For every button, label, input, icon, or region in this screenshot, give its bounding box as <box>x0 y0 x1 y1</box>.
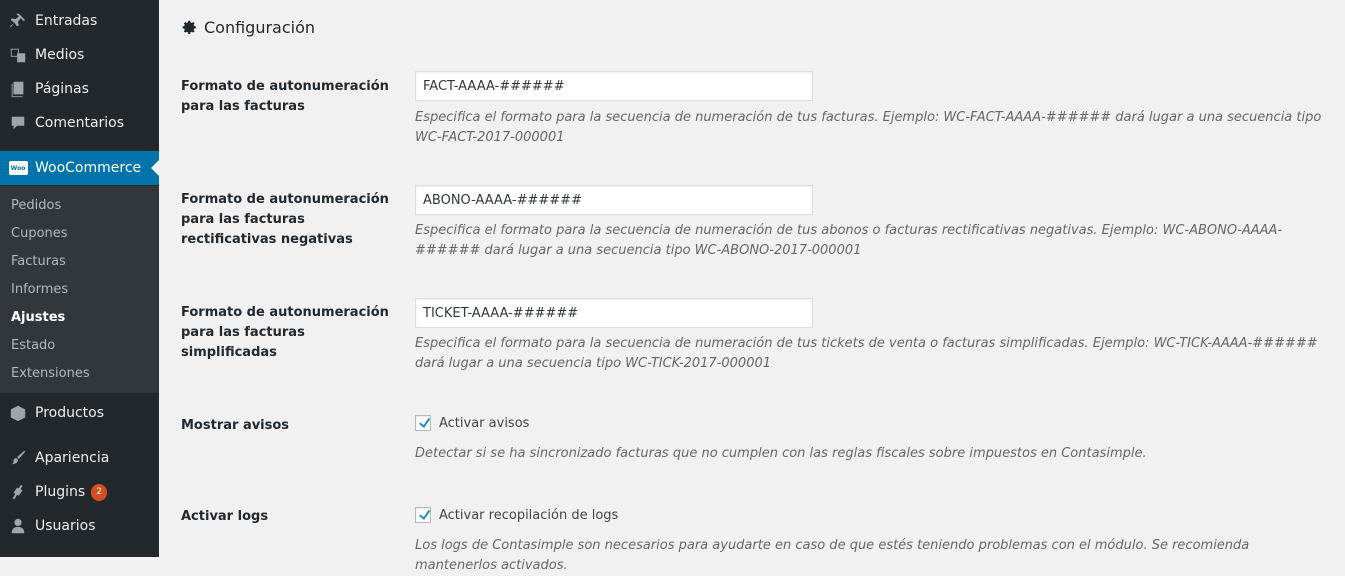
menu-item-label: Usuarios <box>35 518 96 534</box>
menu-item-woocommerce[interactable]: Woo WooCommerce <box>0 151 159 185</box>
menu-item-apariencia[interactable]: Apariencia <box>0 441 159 475</box>
menu-item-label: Plugins <box>35 484 86 500</box>
submenu-estado[interactable]: Estado <box>11 338 55 353</box>
invoice-format-label: Formato de autonumeración para las factu… <box>181 79 389 114</box>
menu-item-label: Comentarios <box>35 115 125 131</box>
woocommerce-icon: Woo <box>7 158 29 178</box>
enable-logs-option[interactable]: Activar recopilación de logs <box>415 507 618 523</box>
menu-item-label: Medios <box>35 47 85 63</box>
submenu-pedidos[interactable]: Pedidos <box>11 198 61 213</box>
pages-icon <box>7 79 29 99</box>
simplified-invoice-format-input[interactable] <box>415 298 813 328</box>
menu-item-label: Productos <box>35 405 105 421</box>
box-icon <box>7 403 29 423</box>
submenu-ajustes[interactable]: Ajustes <box>11 310 65 325</box>
show-warnings-option[interactable]: Activar avisos <box>415 415 529 431</box>
credit-note-format-input[interactable] <box>415 185 813 215</box>
enable-logs-description: Los logs de Contasimple son necesarios p… <box>415 538 1250 573</box>
invoice-format-description: Especifica el formato para la secuencia … <box>415 110 1322 145</box>
pin-icon <box>7 11 29 31</box>
media-icon <box>7 45 29 65</box>
show-warnings-description: Detectar si se ha sincronizado facturas … <box>415 446 1147 461</box>
checkmark-icon <box>419 509 431 520</box>
woocommerce-submenu: Pedidos Cupones Facturas Informes Ajuste… <box>0 186 159 393</box>
submenu-extensiones[interactable]: Extensiones <box>11 366 90 381</box>
invoice-format-input[interactable] <box>415 71 813 101</box>
enable-logs-checkbox[interactable] <box>415 507 431 523</box>
simplified-invoice-format-description: Especifica el formato para la secuencia … <box>415 336 1318 371</box>
menu-item-usuarios[interactable]: Usuarios <box>0 509 159 543</box>
enable-logs-checkbox-label: Activar recopilación de logs <box>439 507 619 523</box>
users-icon <box>7 516 29 536</box>
enable-logs-label: Activar logs <box>181 509 269 524</box>
plugin-icon <box>7 482 29 502</box>
current-menu-arrow <box>151 160 159 176</box>
menu-item-label: Apariencia <box>35 450 110 466</box>
show-warnings-label: Mostrar avisos <box>181 418 290 433</box>
comments-icon <box>7 113 29 133</box>
credit-note-format-description: Especifica el formato para la secuencia … <box>415 223 1283 258</box>
show-warnings-checkbox-label: Activar avisos <box>439 415 530 431</box>
menu-item-entradas[interactable]: Entradas <box>0 4 159 38</box>
section-title-text: Configuración <box>204 18 316 37</box>
simplified-invoice-format-label: Formato de autonumeración para las factu… <box>181 305 389 360</box>
show-warnings-checkbox[interactable] <box>415 415 431 431</box>
gear-icon <box>182 20 196 34</box>
brush-icon <box>7 448 29 468</box>
menu-item-plugins[interactable]: Plugins 2 <box>0 475 159 509</box>
admin-sidebar: Entradas Medios Páginas Comentarios Woo … <box>0 0 159 557</box>
submenu-informes[interactable]: Informes <box>11 282 68 297</box>
submenu-cupones[interactable]: Cupones <box>11 226 68 241</box>
menu-item-paginas[interactable]: Páginas <box>0 72 159 106</box>
menu-item-label: Páginas <box>35 81 89 97</box>
section-title: Configuración <box>181 18 315 37</box>
submenu-facturas[interactable]: Facturas <box>11 254 66 269</box>
menu-item-label: Entradas <box>35 13 98 29</box>
menu-item-medios[interactable]: Medios <box>0 38 159 72</box>
menu-item-comentarios[interactable]: Comentarios <box>0 106 159 140</box>
settings-content: Configuración Formato de autonumeración … <box>159 0 1345 573</box>
checkmark-icon <box>419 417 431 428</box>
menu-item-label: WooCommerce <box>35 160 142 176</box>
update-count-badge: 2 <box>91 483 108 501</box>
credit-note-format-label: Formato de autonumeración para las factu… <box>181 192 389 247</box>
menu-item-productos[interactable]: Productos <box>0 396 159 430</box>
